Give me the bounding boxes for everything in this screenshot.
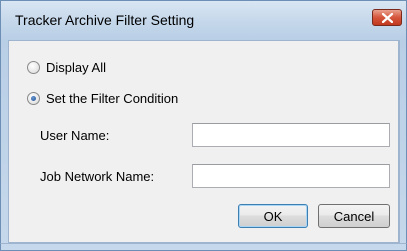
close-icon [381, 12, 393, 23]
window-frame-bottom [0, 243, 407, 251]
cancel-button[interactable]: Cancel [318, 204, 390, 228]
window-frame-right [399, 40, 407, 251]
window-title: Tracker Archive Filter Setting [15, 12, 195, 28]
close-button[interactable] [372, 9, 402, 26]
radio-display-all-indicator[interactable] [27, 61, 40, 74]
radio-set-filter-condition[interactable]: Set the Filter Condition [27, 91, 178, 106]
title-bar[interactable]: Tracker Archive Filter Setting [0, 0, 407, 40]
job-network-name-label: Job Network Name: [40, 169, 155, 184]
radio-set-filter-condition-indicator[interactable] [27, 92, 40, 105]
user-name-label: User Name: [40, 128, 110, 143]
ok-button[interactable]: OK [238, 204, 308, 228]
radio-display-all-label[interactable]: Display All [46, 60, 106, 75]
radio-display-all[interactable]: Display All [27, 60, 106, 75]
radio-set-filter-condition-label[interactable]: Set the Filter Condition [46, 91, 178, 106]
window-frame-left [0, 40, 8, 251]
filter-setting-dialog: Tracker Archive Filter Setting Display A… [0, 0, 407, 251]
user-name-input[interactable] [192, 123, 390, 147]
job-network-name-input[interactable] [192, 164, 390, 188]
